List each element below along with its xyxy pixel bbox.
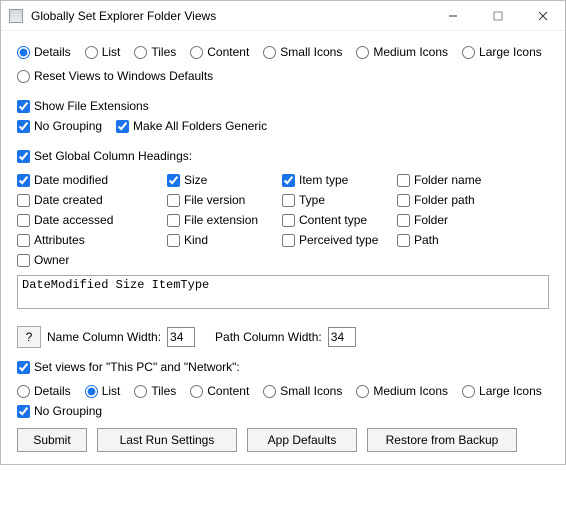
- thispc-radio-content[interactable]: Content: [190, 384, 249, 398]
- thispc-radio-large-icons[interactable]: Large Icons: [462, 384, 542, 398]
- set-thispc-views-check[interactable]: Set views for "This PC" and "Network":: [17, 360, 240, 374]
- column-check-folder[interactable]: Folder: [397, 213, 549, 227]
- column-check-date-created[interactable]: Date created: [17, 193, 167, 207]
- column-check-folder-name[interactable]: Folder name: [397, 173, 549, 187]
- column-check-path[interactable]: Path: [397, 233, 549, 247]
- last-run-button[interactable]: Last Run Settings: [97, 428, 237, 452]
- view-mode-group: Details List Tiles Content Small Icons Medium…: [17, 45, 549, 59]
- set-global-columns-check[interactable]: Set Global Column Headings:: [17, 149, 192, 163]
- name-width-label: Name Column Width:: [47, 330, 161, 344]
- view-radio-large-icons[interactable]: Large Icons: [462, 45, 542, 59]
- view-radio-tiles[interactable]: Tiles: [134, 45, 176, 59]
- help-button[interactable]: ?: [17, 326, 41, 348]
- show-file-extensions-check[interactable]: Show File Extensions: [17, 99, 149, 113]
- maximize-button[interactable]: [475, 1, 520, 31]
- no-grouping-check[interactable]: No Grouping: [17, 119, 102, 133]
- column-check-date-accessed[interactable]: Date accessed: [17, 213, 167, 227]
- view-radio-content[interactable]: Content: [190, 45, 249, 59]
- view-radio-medium-icons[interactable]: Medium Icons: [356, 45, 448, 59]
- column-check-date-modified[interactable]: Date modified: [17, 173, 167, 187]
- thispc-radio-tiles[interactable]: Tiles: [134, 384, 176, 398]
- thispc-view-group: Details List Tiles Content Small Icons Medium…: [17, 384, 549, 398]
- column-check-size[interactable]: Size: [167, 173, 282, 187]
- reset-views-label: Reset Views to Windows Defaults: [34, 69, 213, 83]
- column-check-item-type[interactable]: Item type: [282, 173, 397, 187]
- column-check-kind[interactable]: Kind: [167, 233, 282, 247]
- columns-grid: Date modifiedSizeItem typeFolder name Dat…: [17, 173, 549, 267]
- column-check-content-type[interactable]: Content type: [282, 213, 397, 227]
- close-button[interactable]: [520, 1, 565, 31]
- make-folders-generic-check[interactable]: Make All Folders Generic: [116, 119, 267, 133]
- window-title: Globally Set Explorer Folder Views: [31, 9, 430, 23]
- thispc-radio-small-icons[interactable]: Small Icons: [263, 384, 342, 398]
- app-defaults-button[interactable]: App Defaults: [247, 428, 357, 452]
- column-check-owner[interactable]: Owner: [17, 253, 167, 267]
- column-check-folder-path[interactable]: Folder path: [397, 193, 549, 207]
- thispc-radio-list[interactable]: List: [85, 384, 121, 398]
- reset-views-radio[interactable]: Reset Views to Windows Defaults: [17, 69, 213, 83]
- name-width-input[interactable]: [167, 327, 195, 347]
- submit-button[interactable]: Submit: [17, 428, 87, 452]
- columns-text-input[interactable]: [17, 275, 549, 309]
- app-icon: [9, 9, 23, 23]
- column-check-type[interactable]: Type: [282, 193, 397, 207]
- restore-button[interactable]: Restore from Backup: [367, 428, 517, 452]
- no-grouping-thispc-check[interactable]: No Grouping: [17, 404, 102, 418]
- view-radio-list[interactable]: List: [85, 45, 121, 59]
- thispc-radio-details[interactable]: Details: [17, 384, 71, 398]
- thispc-radio-medium-icons[interactable]: Medium Icons: [356, 384, 448, 398]
- view-radio-small-icons[interactable]: Small Icons: [263, 45, 342, 59]
- view-radio-details[interactable]: Details: [17, 45, 71, 59]
- column-check-file-extension[interactable]: File extension: [167, 213, 282, 227]
- path-width-input[interactable]: [328, 327, 356, 347]
- column-check-perceived-type[interactable]: Perceived type: [282, 233, 397, 247]
- column-check-attributes[interactable]: Attributes: [17, 233, 167, 247]
- column-check-file-version[interactable]: File version: [167, 193, 282, 207]
- minimize-button[interactable]: [430, 1, 475, 31]
- path-width-label: Path Column Width:: [215, 330, 322, 344]
